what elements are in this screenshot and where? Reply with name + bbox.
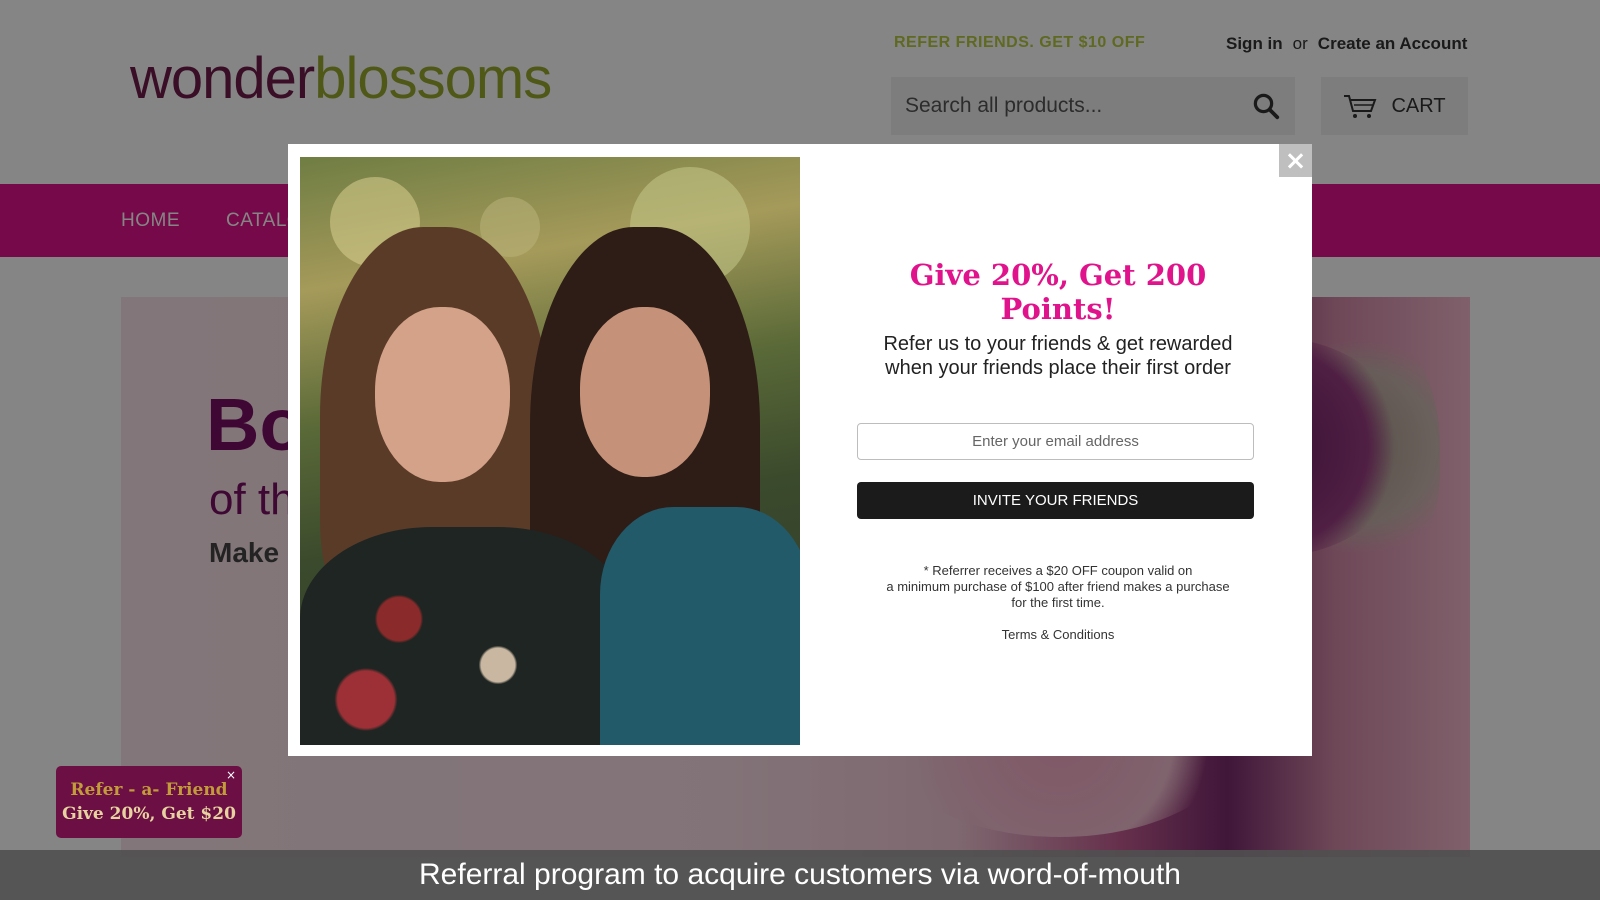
invite-friends-button[interactable]: INVITE YOUR FRIENDS <box>857 482 1254 519</box>
badge-close-icon[interactable]: × <box>226 768 236 782</box>
modal-subtitle: Refer us to your friends & get rewarded … <box>848 332 1268 380</box>
terms-link[interactable]: Terms & Conditions <box>848 627 1268 642</box>
modal-subtitle-line-1: Refer us to your friends & get rewarded <box>883 333 1233 355</box>
modal-subtitle-line-2: when your friends place their first orde… <box>885 357 1231 379</box>
caption-bar: Referral program to acquire customers vi… <box>0 850 1600 900</box>
referral-fine-print: * Referrer receives a $20 OFF coupon val… <box>886 563 1230 610</box>
email-field[interactable] <box>857 423 1254 460</box>
modal-title: Give 20%, Get 200 Points! <box>909 258 1207 326</box>
models-photo <box>300 157 800 745</box>
badge-title: Refer - a- Friend <box>70 780 228 800</box>
refer-a-friend-badge[interactable]: Refer - a- Friend Give 20%, Get $20 <box>56 766 242 838</box>
badge-offer: Give 20%, Get $20 <box>62 804 236 824</box>
modal-close-button[interactable]: × <box>1279 144 1312 177</box>
